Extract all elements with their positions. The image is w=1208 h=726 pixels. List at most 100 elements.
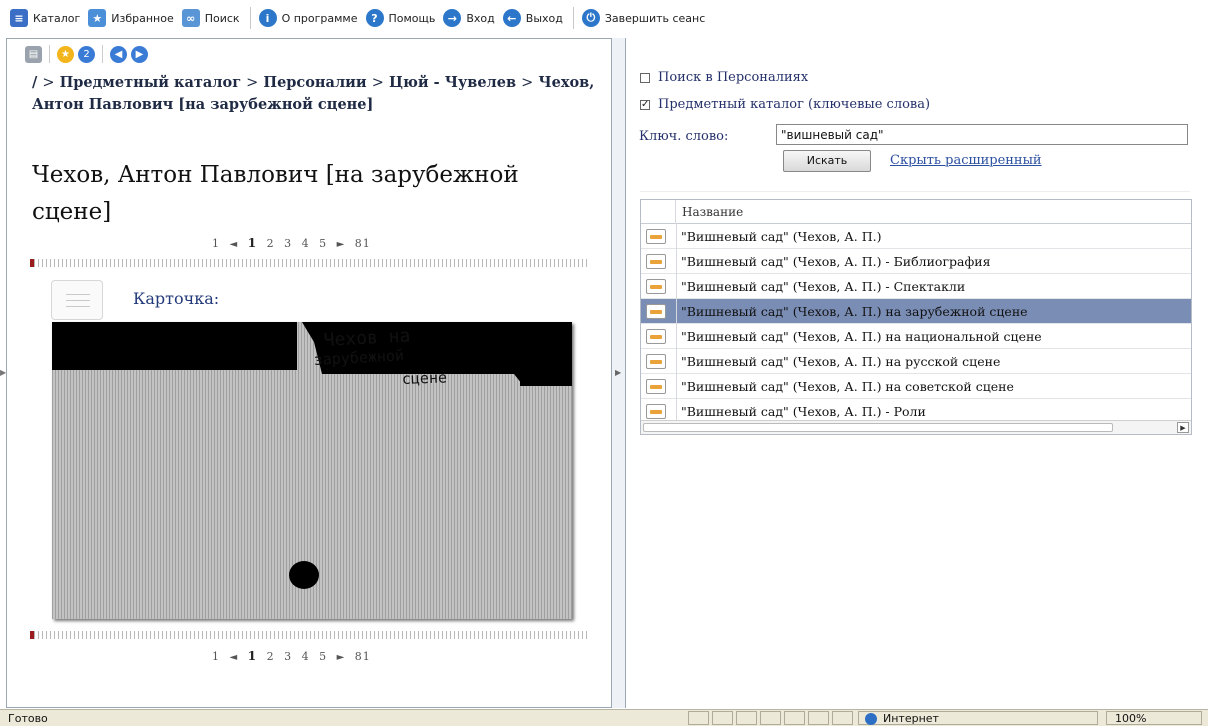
toolbar-help[interactable]: ? Помощь (365, 6, 436, 30)
grid-cell-divider (676, 349, 677, 374)
search-pane: Поиск в Персоналиях ✓ Предметный каталог… (625, 38, 1208, 708)
card-position-scale[interactable] (30, 259, 590, 267)
grid-cell-divider (676, 299, 677, 324)
prev-record-icon[interactable]: ◀ (110, 45, 127, 63)
breadcrumb-subject-catalog[interactable]: Предметный каталог (60, 74, 242, 91)
checkbox-search-personalia[interactable] (640, 72, 650, 83)
grid-cell-divider (676, 249, 677, 274)
folder-record-icon (646, 329, 666, 344)
pager-page[interactable]: 5 (319, 650, 327, 663)
table-row[interactable]: "Вишневый сад" (Чехов, А. П.) - Библиогр… (641, 249, 1191, 274)
table-row[interactable]: "Вишневый сад" (Чехов, А. П.) на зарубеж… (641, 299, 1191, 324)
numbered-icon[interactable]: 2 (78, 45, 95, 63)
breadcrumb-separator: > (371, 75, 384, 91)
card-label: Карточка: (133, 289, 220, 308)
grid-cell-divider (676, 274, 677, 299)
record-toolbar-divider (102, 45, 103, 63)
star-icon[interactable]: ★ (57, 45, 74, 63)
scale-marker (30, 259, 34, 267)
toolbar-login[interactable]: → Вход (443, 6, 495, 30)
pane-splitter[interactable]: ▶ (612, 38, 625, 708)
toolbar-end-session-label: Завершить сеанс (604, 11, 706, 25)
status-cell (760, 711, 781, 725)
toolbar-about-label: О программе (281, 11, 358, 25)
pager-page[interactable]: 4 (302, 237, 310, 250)
zoom-level: 100% (1115, 712, 1147, 725)
star-favorites-icon: ★ (88, 9, 107, 27)
table-row[interactable]: "Вишневый сад" (Чехов, А. П.) (641, 224, 1191, 249)
table-row[interactable]: "Вишневый сад" (Чехов, А. П.) на русской… (641, 349, 1191, 374)
scrollbar-thumb[interactable] (643, 423, 1113, 432)
breadcrumb-personalia[interactable]: Персоналии (263, 74, 366, 91)
toolbar-end-session[interactable]: ⏻ Завершить сеанс (581, 6, 706, 30)
pager-page[interactable]: 4 (302, 650, 310, 663)
print-icon[interactable]: ▤ (25, 45, 42, 63)
row-title: "Вишневый сад" (Чехов, А. П.) - Спектакл… (681, 279, 966, 294)
security-zone[interactable]: Интернет (858, 711, 1098, 725)
collapse-left-arrow-icon[interactable]: ▶ (0, 368, 6, 377)
status-cell (688, 711, 709, 725)
pager-page[interactable]: 5 (319, 237, 327, 250)
row-title: "Вишневый сад" (Чехов, А. П.) на русской… (681, 354, 1001, 369)
status-cell (784, 711, 805, 725)
info-icon: i (258, 9, 277, 27)
grid-header-title[interactable]: Название (682, 205, 743, 219)
row-title: "Вишневый сад" (Чехов, А. П.) - Роли (681, 404, 926, 419)
keyword-input[interactable] (776, 124, 1188, 145)
toolbar-divider (572, 7, 574, 29)
grid-horizontal-scrollbar[interactable]: ▶ (641, 420, 1191, 434)
top-toolbar: ≡ Каталог ★ Избранное ∞ Поиск i О програ… (0, 0, 1208, 36)
pager-prev-icon[interactable]: ◄ (230, 239, 239, 250)
folder-record-icon (646, 354, 666, 369)
hide-advanced-link[interactable]: Скрыть расширенный (890, 153, 1042, 168)
status-text: Готово (8, 712, 48, 725)
pager-next-icon[interactable]: ► (337, 652, 346, 663)
toolbar-search[interactable]: ∞ Поиск (181, 6, 240, 30)
splitter-arrow-icon[interactable]: ▶ (615, 368, 621, 377)
row-title: "Вишневый сад" (Чехов, А. П.) на национа… (681, 329, 1042, 344)
breadcrumb-range[interactable]: Цюй - Чувелев (389, 74, 516, 91)
table-row[interactable]: "Вишневый сад" (Чехов, А. П.) на национа… (641, 324, 1191, 349)
status-cell (832, 711, 853, 725)
pager-last[interactable]: 81 (355, 237, 371, 250)
pager-prev-icon[interactable]: ◄ (230, 652, 239, 663)
pager-last[interactable]: 81 (355, 650, 371, 663)
catalog-card-image: Чехов на зарубежной сцене (52, 322, 572, 619)
toolbar-favorites[interactable]: ★ Избранное (88, 6, 174, 30)
pager-first[interactable]: 1 (212, 650, 220, 663)
row-title: "Вишневый сад" (Чехов, А. П.) - Библиогр… (681, 254, 991, 269)
card-pager: 1 ◄ 1 2 3 4 5 ► 81 (212, 649, 376, 663)
checkbox-subject-catalog[interactable]: ✓ (640, 99, 650, 110)
next-record-icon[interactable]: ▶ (131, 45, 148, 63)
toolbar-help-label: Помощь (388, 11, 436, 25)
pager-next-icon[interactable]: ► (337, 239, 346, 250)
option-subject-catalog[interactable]: ✓ Предметный каталог (ключевые слова) (640, 97, 930, 112)
pager-page[interactable]: 3 (284, 237, 292, 250)
row-title: "Вишневый сад" (Чехов, А. П.) на советск… (681, 379, 1014, 394)
security-zone-label: Интернет (883, 712, 939, 725)
toolbar-about[interactable]: i О программе (258, 6, 358, 30)
zoom-control[interactable]: 100% (1106, 711, 1202, 725)
search-button[interactable]: Искать (783, 150, 871, 172)
login-icon: → (443, 9, 462, 27)
toolbar-logout[interactable]: ← Выход (502, 6, 563, 30)
breadcrumb: / > Предметный каталог > Персоналии > Цю… (32, 72, 602, 115)
page-title: Чехов, Антон Павлович [на зарубежной сце… (32, 162, 519, 225)
folder-record-icon (646, 254, 666, 269)
status-cell (736, 711, 757, 725)
pager-page[interactable]: 3 (284, 650, 292, 663)
breadcrumb-root[interactable]: / (32, 74, 37, 91)
option-search-personalia[interactable]: Поиск в Персоналиях (640, 70, 808, 85)
table-row[interactable]: "Вишневый сад" (Чехов, А. П.) на советск… (641, 374, 1191, 399)
breadcrumb-separator: > (521, 75, 534, 91)
toolbar-catalog[interactable]: ≡ Каталог (10, 6, 80, 30)
toolbar-login-label: Вход (466, 11, 495, 25)
scroll-right-icon[interactable]: ▶ (1177, 422, 1189, 433)
pager-page[interactable]: 2 (267, 650, 275, 663)
card-position-scale[interactable] (30, 631, 590, 639)
card-thumbnail-icon[interactable] (51, 280, 103, 320)
pager-first[interactable]: 1 (212, 237, 220, 250)
pager-page[interactable]: 2 (267, 237, 275, 250)
folder-record-icon (646, 379, 666, 394)
table-row[interactable]: "Вишневый сад" (Чехов, А. П.) - Спектакл… (641, 274, 1191, 299)
